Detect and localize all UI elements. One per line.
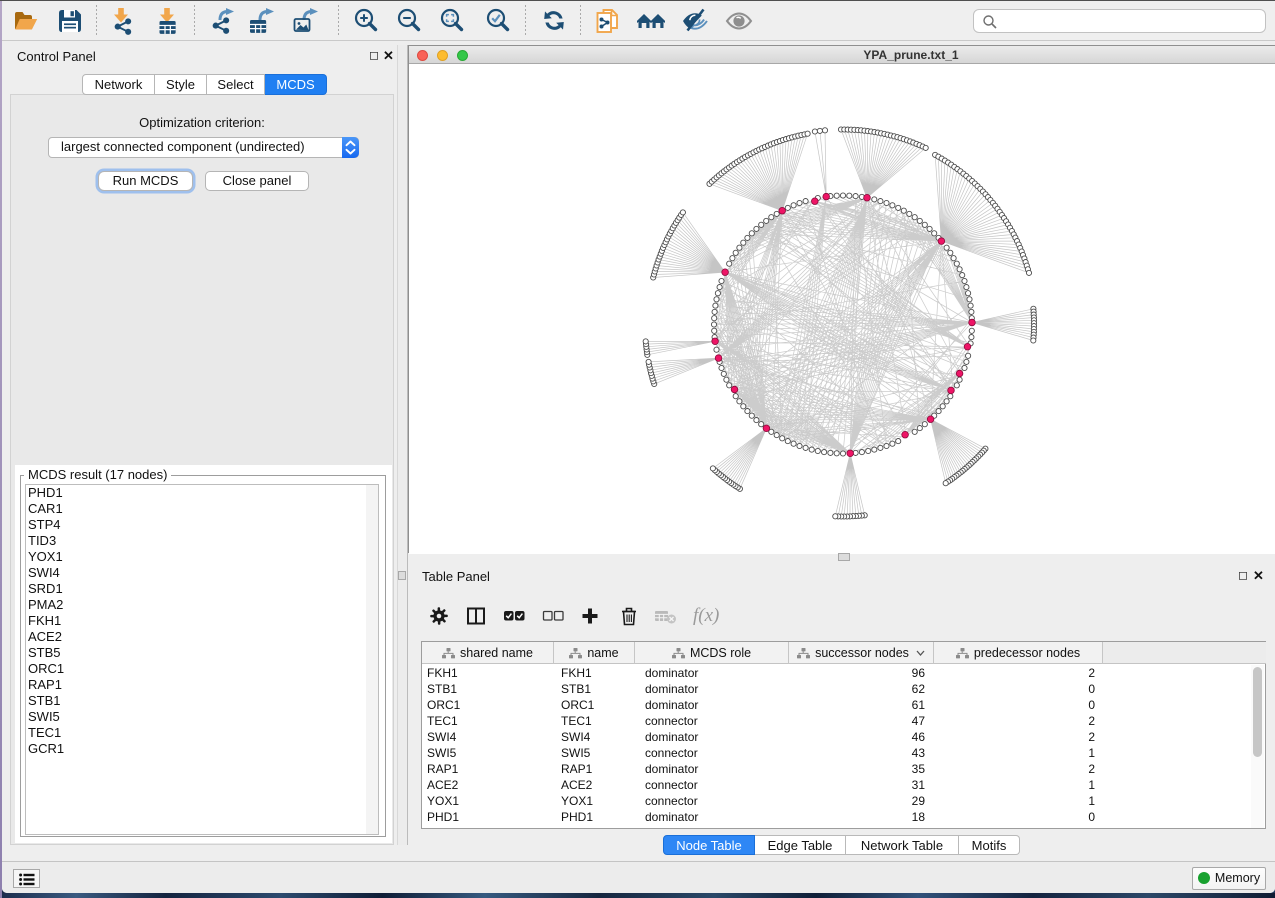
svg-text:f(x): f(x) — [693, 605, 719, 626]
